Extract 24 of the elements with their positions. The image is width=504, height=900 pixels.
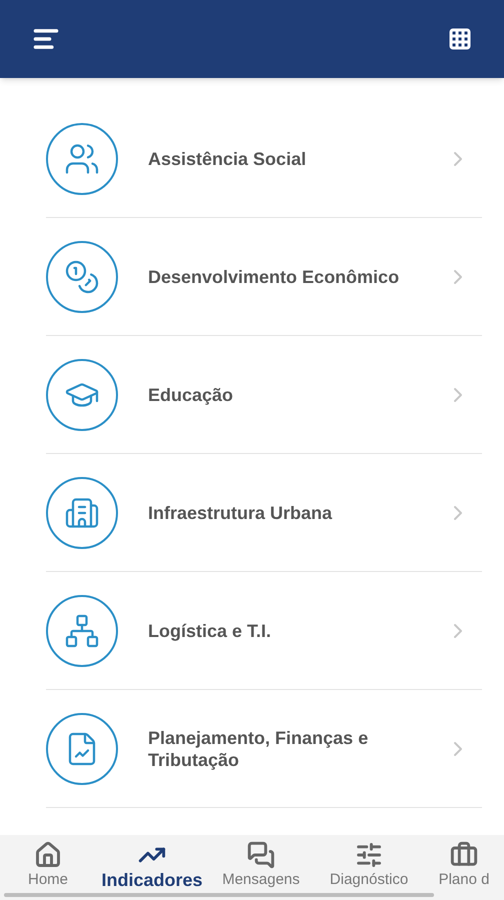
nav-tab[interactable]: Plano d <box>424 835 504 900</box>
category-label: Desenvolvimento Econômico <box>148 266 400 288</box>
chat-icon <box>247 841 275 869</box>
network-icon <box>64 612 100 648</box>
category-label: Assistência Social <box>148 148 308 170</box>
home-icon <box>34 841 62 869</box>
category-item[interactable]: Assistência Social <box>46 100 482 218</box>
nav-tab[interactable]: Diagnóstico <box>314 835 424 900</box>
nav-tab[interactable]: Home <box>0 835 96 900</box>
coins-icon <box>64 258 100 294</box>
apps-grid-icon[interactable] <box>448 27 472 51</box>
nav-tab[interactable]: Mensagens <box>208 835 314 900</box>
category-item[interactable]: Educação <box>46 336 482 454</box>
nav-tab[interactable]: Indicadores <box>96 835 208 900</box>
category-label: Educação <box>148 384 234 406</box>
briefcase-icon <box>450 841 478 869</box>
category-item[interactable]: Infraestrutura Urbana <box>46 454 482 572</box>
category-label: Logística e T.I. <box>148 620 272 642</box>
category-item[interactable]: Desenvolvimento Econômico <box>46 218 482 336</box>
category-label: Infraestrutura Urbana <box>148 502 334 524</box>
category-label: Planejamento, Finanças e Tributação <box>148 726 370 770</box>
category-item[interactable]: Logística e T.I. <box>46 572 482 690</box>
sliders-icon <box>355 841 383 869</box>
category-item[interactable]: Planejamento, Finanças e Tributação <box>46 690 482 808</box>
